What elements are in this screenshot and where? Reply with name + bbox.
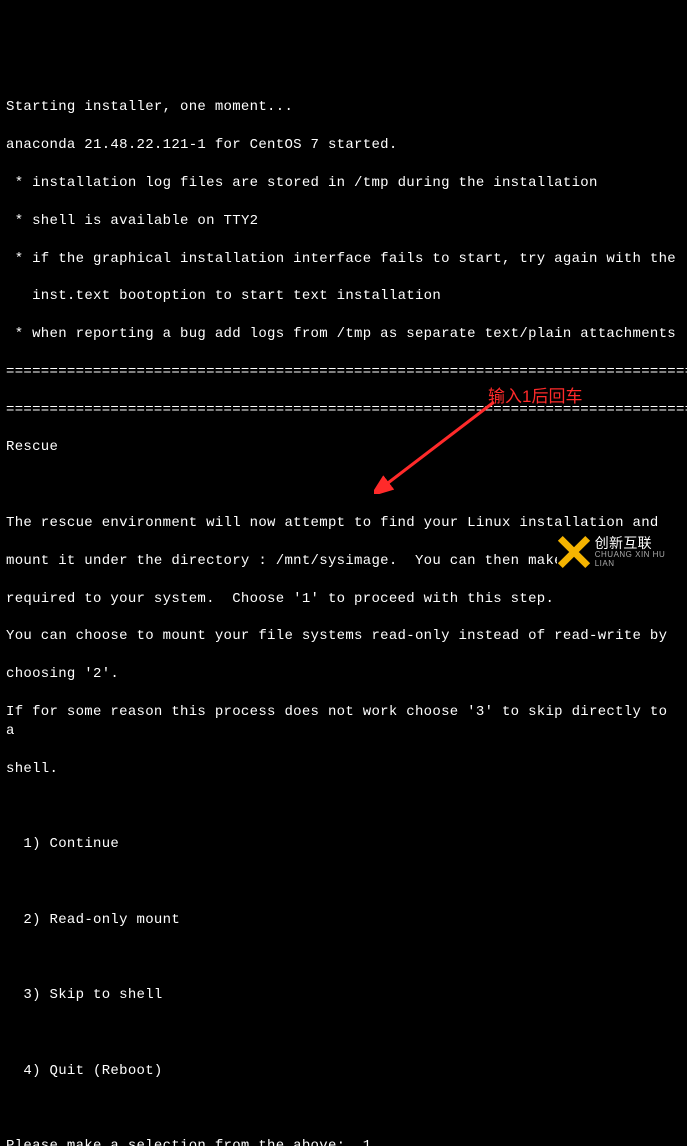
rescue-body: You can choose to mount your file system…: [6, 627, 681, 646]
selection-prompt[interactable]: Please make a selection from the above: …: [6, 1137, 681, 1146]
boot-line: * installation log files are stored in /…: [6, 174, 681, 193]
rescue-body: choosing '2'.: [6, 665, 681, 684]
rescue-title: Rescue: [6, 438, 681, 457]
watermark-x-icon: [557, 535, 591, 569]
watermark-en: CHUANG XIN HU LIAN: [595, 551, 687, 569]
menu-item-quit[interactable]: 4) Quit (Reboot): [6, 1062, 681, 1081]
menu-item-continue[interactable]: 1) Continue: [6, 835, 681, 854]
boot-line: * shell is available on TTY2: [6, 212, 681, 231]
rescue-body: If for some reason this process does not…: [6, 703, 681, 741]
annotation-label: 输入1后回车: [488, 386, 582, 409]
blank: [6, 949, 681, 968]
rescue-body: shell.: [6, 760, 681, 779]
menu-item-readonly[interactable]: 2) Read-only mount: [6, 911, 681, 930]
rescue-body: required to your system. Choose '1' to p…: [6, 590, 681, 609]
blank: [6, 1100, 681, 1119]
watermark-logo: 创新互联 CHUANG XIN HU LIAN: [557, 531, 687, 573]
separator: ========================================…: [6, 363, 681, 382]
blank: [6, 1024, 681, 1043]
prompt-label: Please make a selection from the above:: [6, 1138, 354, 1146]
boot-line: * if the graphical installation interfac…: [6, 250, 681, 269]
boot-line: * when reporting a bug add logs from /tm…: [6, 325, 681, 344]
boot-line: inst.text bootoption to start text insta…: [6, 287, 681, 306]
blank: [6, 873, 681, 892]
blank: [6, 797, 681, 816]
watermark-cn: 创新互联: [595, 536, 687, 551]
boot-line: Starting installer, one moment...: [6, 98, 681, 117]
menu-item-skip[interactable]: 3) Skip to shell: [6, 986, 681, 1005]
boot-line: anaconda 21.48.22.121-1 for CentOS 7 sta…: [6, 136, 681, 155]
blank: [6, 476, 681, 495]
watermark-text: 创新互联 CHUANG XIN HU LIAN: [595, 536, 687, 569]
prompt-input[interactable]: 1: [363, 1138, 372, 1146]
